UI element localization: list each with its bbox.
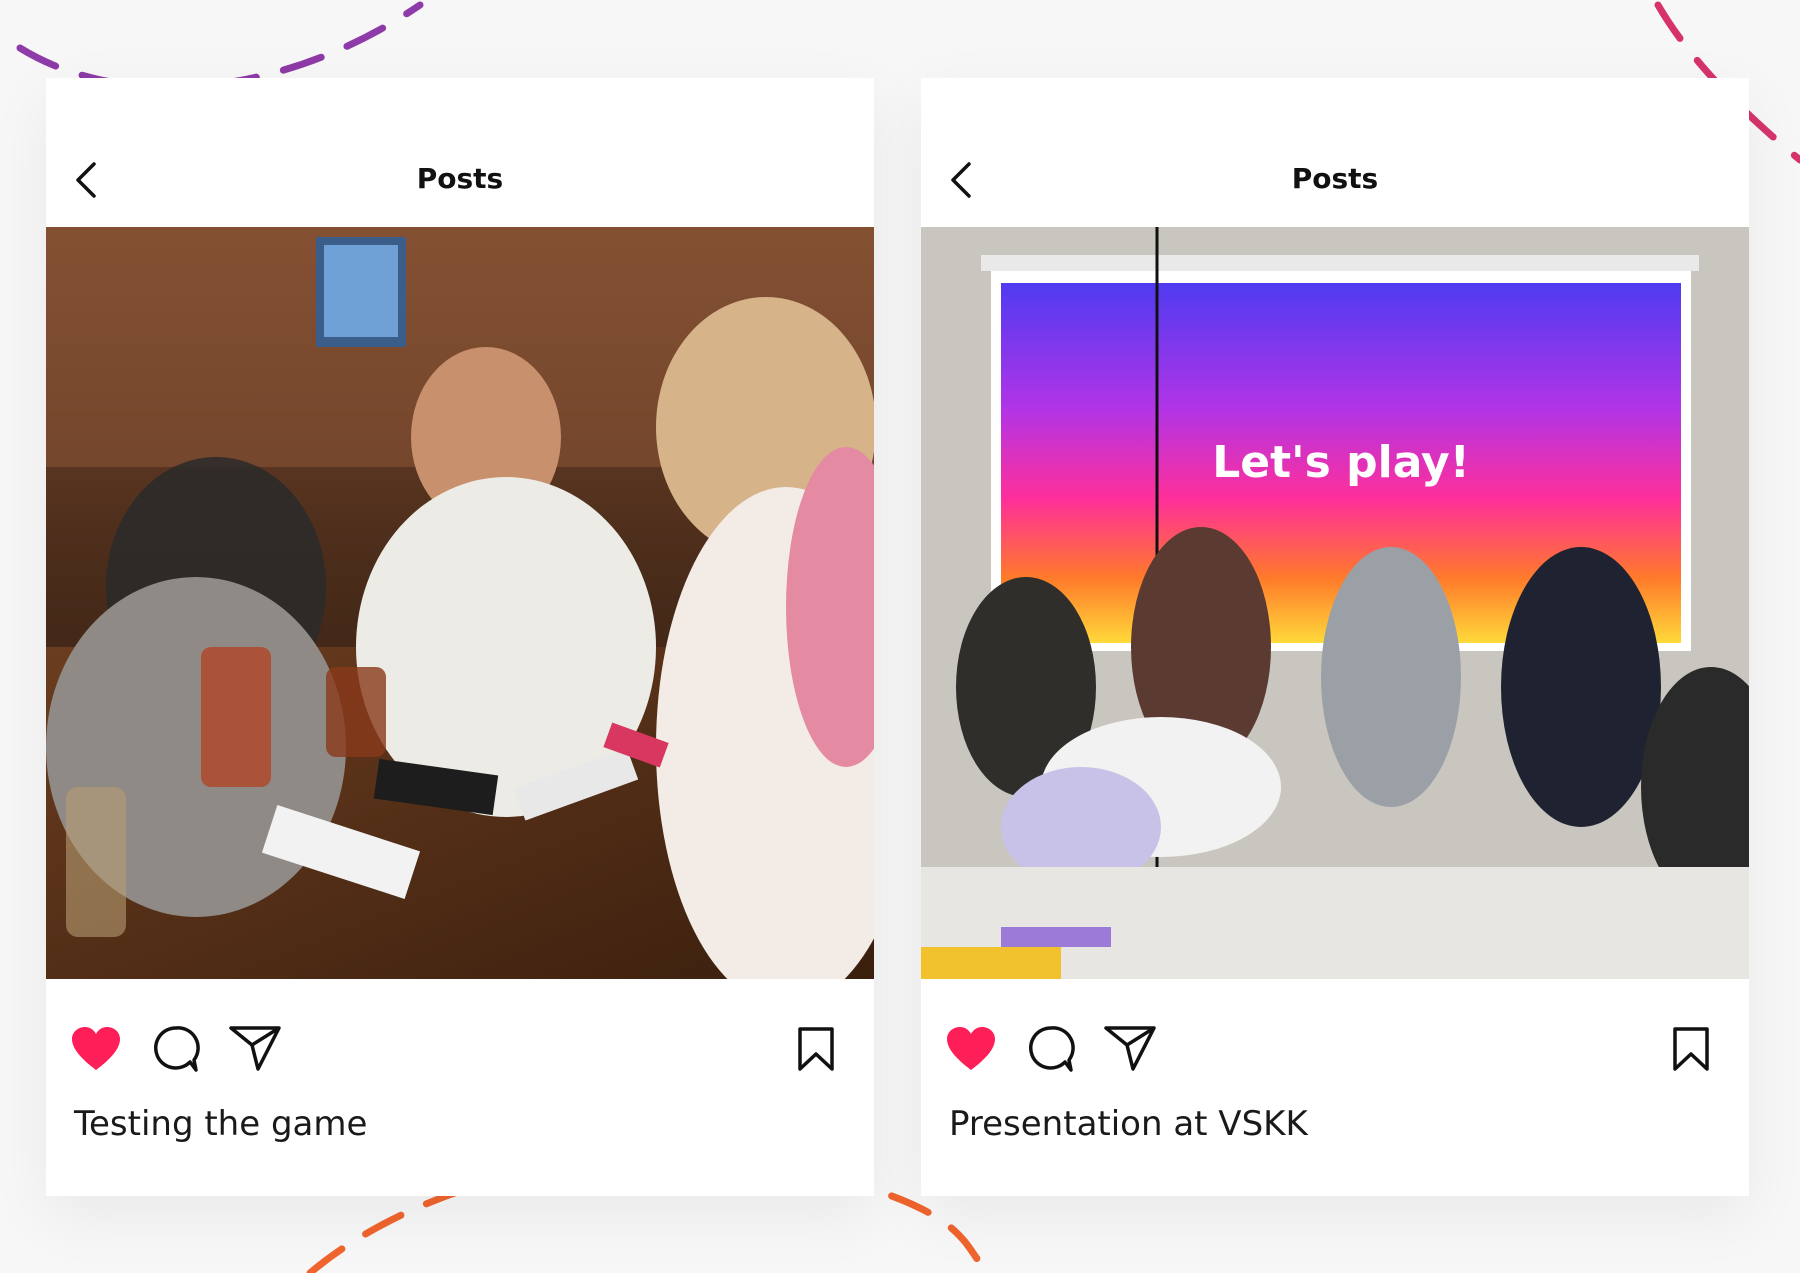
bookmark-icon[interactable]: [796, 1026, 836, 1072]
post-actions: [46, 1018, 874, 1088]
bookmark-icon[interactable]: [1671, 1026, 1711, 1072]
post-card-testing-game: Posts Testing the game: [46, 78, 874, 1196]
post-header: Posts: [46, 78, 874, 227]
post-caption: Testing the game: [74, 1104, 368, 1144]
page-title: Posts: [416, 162, 504, 195]
post-caption: Presentation at VSKK: [949, 1104, 1308, 1144]
post-actions: [921, 1018, 1749, 1088]
post-header: Posts: [921, 78, 1749, 227]
paper-plane-icon[interactable]: [1103, 1024, 1157, 1072]
photo-group-playing-card-game: [46, 227, 874, 979]
comment-bubble-icon[interactable]: [152, 1024, 200, 1074]
slide-text: Let's play!: [1212, 437, 1470, 488]
dashed-curve-top-left: [16, 1, 424, 91]
heart-icon[interactable]: [70, 1026, 122, 1072]
paper-plane-icon[interactable]: [228, 1024, 282, 1072]
post-photo[interactable]: [46, 227, 874, 979]
post-photo[interactable]: Let's play!: [921, 227, 1749, 979]
page-title: Posts: [1291, 162, 1379, 195]
post-card-presentation: Posts Let's play! Presentation at VSKK: [921, 78, 1749, 1196]
comment-bubble-icon[interactable]: [1027, 1024, 1075, 1074]
heart-icon[interactable]: [945, 1026, 997, 1072]
photo-presentation-room: Let's play!: [921, 227, 1749, 979]
